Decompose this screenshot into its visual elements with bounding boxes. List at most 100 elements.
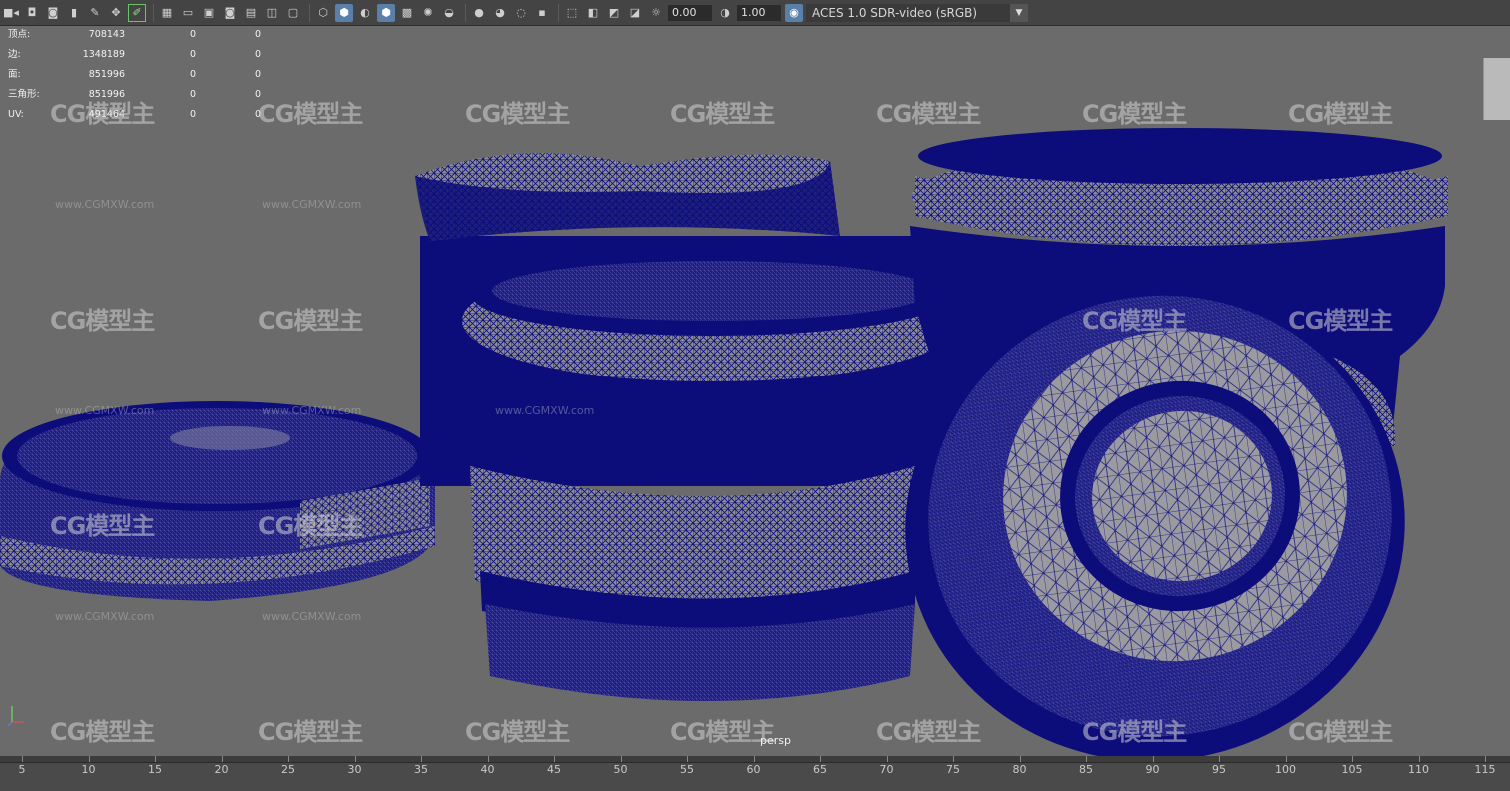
gate-mask-icon[interactable]: ◙: [221, 4, 239, 22]
timeline-tick-label: 35: [414, 763, 428, 776]
hud-value: 0: [254, 69, 261, 80]
watermark: CG模型主: [258, 100, 363, 128]
timeline-tick: [554, 756, 555, 762]
timeline-tick-label: 75: [946, 763, 960, 776]
2d-pan-zoom-icon[interactable]: ✥: [107, 4, 125, 22]
timeline-tick-label: 105: [1341, 763, 1363, 776]
motion-blur-icon[interactable]: ◕: [491, 4, 509, 22]
watermark-url: www.CGMXW.com: [55, 404, 155, 417]
timeline-tick: [1285, 756, 1287, 762]
gamma-icon[interactable]: ◑: [716, 4, 734, 22]
timeline-tick-label: 30: [347, 763, 362, 776]
field-chart-icon[interactable]: ▤: [242, 4, 260, 22]
watermark: CG模型主: [465, 718, 570, 746]
hud-value: 0: [254, 29, 261, 40]
hud-label: 三角形:: [8, 89, 40, 100]
watermark-url: www.CGMXW.com: [55, 198, 155, 211]
watermark-url: www.CGMXW.com: [55, 610, 155, 623]
timeline-tick-label: 40: [480, 763, 495, 776]
xray-joints-icon[interactable]: ◩: [605, 4, 623, 22]
view-cube[interactable]: [1483, 58, 1510, 120]
timeline-tick: [1418, 756, 1420, 762]
hud-value: 0: [254, 109, 261, 120]
hud-label: 顶点:: [8, 29, 31, 40]
wireframe-icon[interactable]: ⬡: [314, 4, 332, 22]
time-slider[interactable]: 5 10 15 20 25 30 35 40 45 50 55 60 65 70 75 80 85 90 95 100…: [0, 756, 1510, 791]
isolate-select-icon[interactable]: ⬚: [563, 4, 581, 22]
hud-value: 851996: [88, 69, 125, 80]
hud-label: 边:: [8, 49, 21, 60]
film-gate-icon[interactable]: ▭: [179, 4, 197, 22]
timeline-tick-label: 20: [214, 763, 229, 776]
resolution-gate-icon[interactable]: ▣: [200, 4, 218, 22]
hud-value: 0: [189, 49, 196, 60]
timeline-tick: [221, 756, 223, 762]
timeline-tick-label: 45: [547, 763, 561, 776]
watermark-url: www.CGMXW.com: [262, 404, 362, 417]
timeline-tick: [687, 756, 688, 762]
grid-icon[interactable]: ▦: [158, 4, 176, 22]
poly-count-hud: 顶点: 708143 0 0 边: 1348189 0 0 面: 851996 …: [8, 26, 268, 125]
timeline-tick: [1086, 756, 1087, 762]
safe-action-icon[interactable]: ◫: [263, 4, 281, 22]
hud-label: 面:: [8, 69, 21, 80]
wireframe-on-shaded-icon[interactable]: ⬢: [377, 3, 395, 22]
hud-value: 491464: [88, 109, 125, 120]
safe-title-icon[interactable]: ▢: [284, 4, 302, 22]
screen-space-ao-icon[interactable]: ●: [470, 4, 488, 22]
exposure-icon[interactable]: ☼: [647, 4, 665, 22]
camera-attributes-icon[interactable]: ◘: [23, 4, 41, 22]
lighting-icon[interactable]: ✺: [419, 4, 437, 22]
smooth-shade-icon[interactable]: ⬢: [335, 3, 353, 22]
timeline-tick-label: 55: [680, 763, 694, 776]
toolbar-divider: [153, 3, 154, 22]
timeline-tick: [88, 756, 90, 762]
watermark: CG模型主: [1288, 307, 1393, 335]
image-plane-icon[interactable]: ✎: [86, 4, 104, 22]
gamma-field[interactable]: 1.00: [737, 4, 781, 21]
timeline-tick-label: 65: [813, 763, 827, 776]
hud-value: 0: [189, 109, 196, 120]
perspective-viewport[interactable]: CG模型主 CG模型主 CG模型主 CG模型主 CG模型主 CG模型主 CG模型…: [0, 26, 1510, 756]
watermark: CG模型主: [670, 100, 775, 128]
watermark-url: www.CGMXW.com: [495, 404, 595, 417]
xray-icon[interactable]: ◧: [584, 4, 602, 22]
shadows-icon[interactable]: ◒: [440, 4, 458, 22]
grease-pencil-icon[interactable]: ✐: [128, 3, 146, 22]
xray-components-icon[interactable]: ◪: [626, 4, 644, 22]
timeline-tick: [753, 756, 755, 762]
depth-of-field-icon[interactable]: ▪: [533, 4, 551, 22]
timeline-tick: [354, 756, 356, 762]
watermark: CG模型主: [50, 512, 155, 540]
watermark: CG模型主: [1082, 718, 1187, 746]
watermark: CG模型主: [876, 100, 981, 128]
timeline-tick: [288, 756, 289, 762]
camera-select-icon[interactable]: ■◂: [2, 4, 20, 22]
timeline-tick-label: 95: [1212, 763, 1226, 776]
hud-row-faces: 面: 851996 0 0: [8, 65, 268, 85]
timeline-tick: [953, 756, 954, 762]
timeline-tick-label: 80: [1012, 763, 1027, 776]
wireframe-scene: [0, 128, 1448, 756]
timeline-tick-label: 115: [1474, 763, 1496, 776]
anti-aliasing-icon[interactable]: ◌: [512, 4, 530, 22]
hud-value: 0: [254, 49, 261, 60]
textured-icon[interactable]: ▩: [398, 4, 416, 22]
timeline-tick-label: 110: [1408, 763, 1429, 776]
bookmark-icon[interactable]: ▮: [65, 4, 83, 22]
timeline-tick-label: 10: [81, 763, 96, 776]
timeline-tick: [620, 756, 622, 762]
lens-body-center[interactable]: [415, 153, 962, 701]
camera-lock-icon[interactable]: ◙: [44, 4, 62, 22]
lens-cap-left[interactable]: [0, 401, 435, 601]
timeline-tick-label: 100: [1275, 763, 1296, 776]
view-transform-dropdown[interactable]: ACES 1.0 SDR-video (sRGB) ▼: [806, 3, 1028, 22]
watermark: CG模型主: [50, 307, 155, 335]
timeline-tick: [1019, 756, 1021, 762]
exposure-field[interactable]: 0.00: [668, 4, 712, 21]
default-material-icon[interactable]: ◐: [356, 4, 374, 22]
hud-row-vertices: 顶点: 708143 0 0: [8, 26, 268, 45]
hud-value: 851996: [88, 89, 125, 100]
chevron-down-icon[interactable]: ▼: [1010, 3, 1028, 22]
color-management-toggle-icon[interactable]: ◉: [785, 3, 803, 22]
